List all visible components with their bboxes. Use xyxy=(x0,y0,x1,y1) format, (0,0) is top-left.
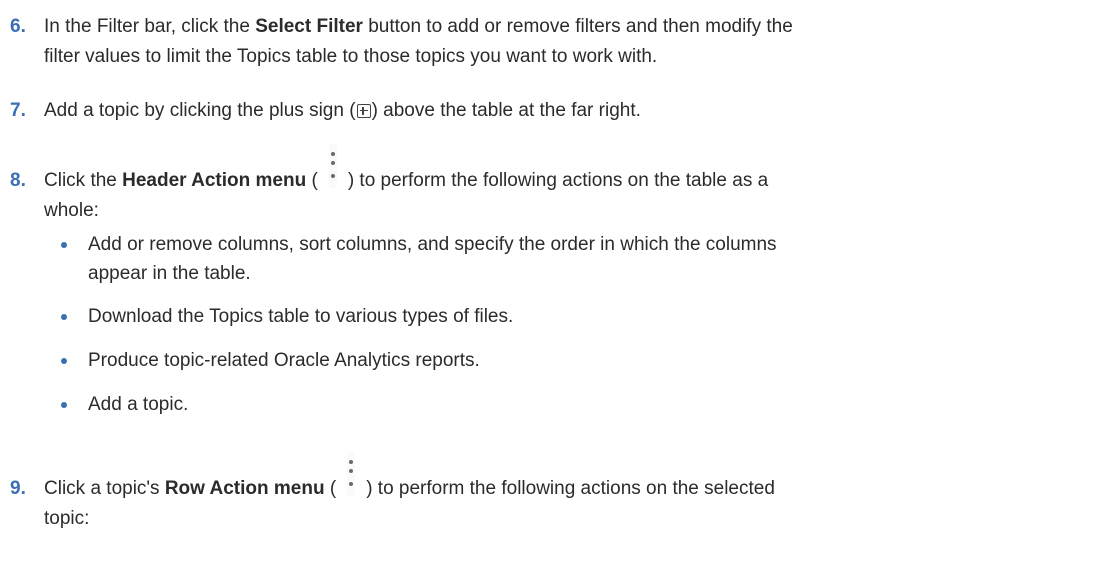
list-item-text: Download the Topics table to various typ… xyxy=(88,306,514,327)
bullet-dot xyxy=(61,314,67,320)
kebab-menu-icon xyxy=(318,144,348,188)
list-item-text: appear in the table. xyxy=(88,263,251,284)
header-action-menu-label: Header Action menu xyxy=(122,170,307,191)
step-text-part: ( xyxy=(306,170,318,191)
list-item-text: Add or remove columns, sort columns, and… xyxy=(88,234,777,255)
step-number: 9. xyxy=(10,478,26,499)
list-item-text: Produce topic-related Oracle Analytics r… xyxy=(88,350,480,371)
step-text-part: Click a topic's xyxy=(44,478,165,499)
step-text-part: Click the xyxy=(44,170,123,191)
step-number: 7. xyxy=(10,100,26,121)
step-text: Click a topic's Row Action menu ( ) to pe… xyxy=(44,452,1107,534)
step-text-line: topic: xyxy=(44,508,90,529)
step-text-part: In the Filter bar, click the xyxy=(44,16,256,37)
step-number: 6. xyxy=(10,16,26,37)
step-text-part: ) to perform the following actions on th… xyxy=(347,170,769,191)
step-text-part: Add a topic by clicking the plus sign ( xyxy=(44,100,356,121)
step-number: 8. xyxy=(10,170,26,191)
step-text-part: button to add or remove filters and then… xyxy=(362,16,793,37)
plus-box-icon xyxy=(356,104,371,118)
bullet-dot xyxy=(61,242,67,248)
kebab-menu-icon xyxy=(336,452,366,496)
list-item-text: Add a topic. xyxy=(88,394,189,415)
row-action-menu-label: Row Action menu xyxy=(164,478,325,499)
instructions-document: 6. In the Filter bar, click the Select F… xyxy=(0,0,1111,563)
step-text-part: ( xyxy=(324,478,337,499)
bullet-dot xyxy=(61,402,67,408)
step-text-part: ) to perform the following actions on th… xyxy=(366,478,775,499)
bullet-dot xyxy=(61,358,67,364)
step-text-line: whole: xyxy=(44,200,99,221)
step-text: In the Filter bar, click the Select Filt… xyxy=(44,12,1107,72)
select-filter-label: Select Filter xyxy=(255,16,363,37)
step-text-line: filter values to limit the Topics table … xyxy=(44,46,658,67)
step-text-part: ) above the table at the far right. xyxy=(371,100,641,121)
step-text: Click the Header Action menu ( ) to perfo… xyxy=(44,144,1107,226)
step-text: Add a topic by clicking the plus sign ()… xyxy=(44,96,1107,126)
